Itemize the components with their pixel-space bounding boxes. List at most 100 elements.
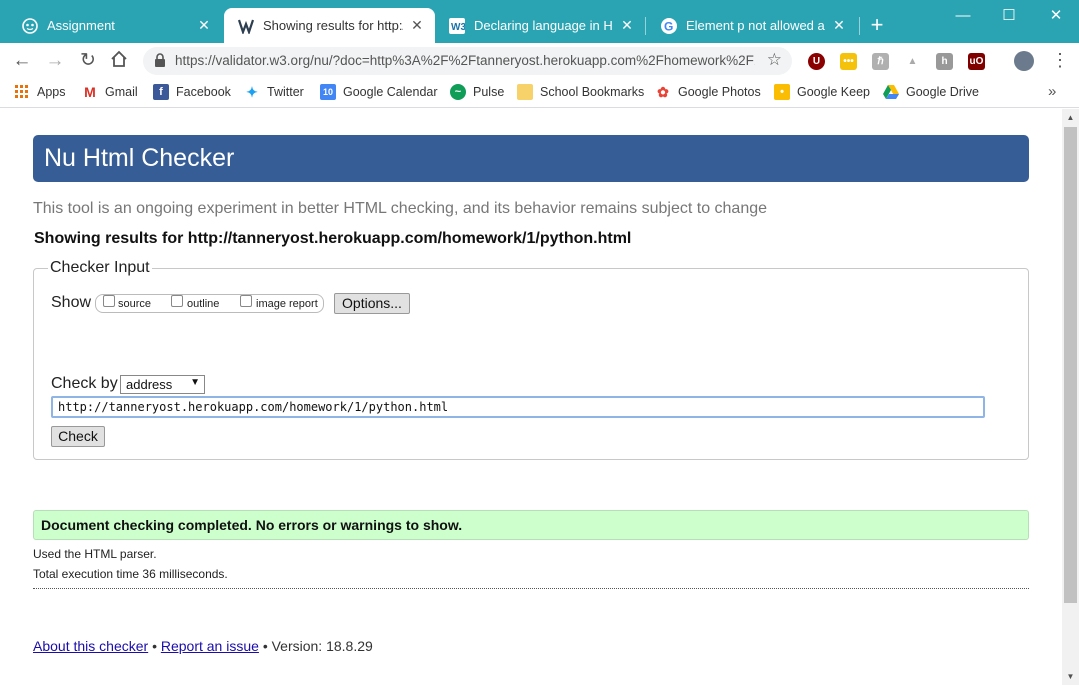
extension-h-icon[interactable]: ℏ xyxy=(872,53,889,70)
forward-icon[interactable]: → xyxy=(44,50,66,72)
bookmark-label: Apps xyxy=(37,85,66,99)
minimize-icon[interactable]: — xyxy=(940,4,986,28)
avatar[interactable] xyxy=(1014,51,1034,71)
tab-title: Showing results for http://tanneryost.he… xyxy=(263,18,403,33)
footer-separator: • xyxy=(152,638,157,654)
extension-dots-icon[interactable]: ••• xyxy=(840,53,857,70)
tagline: This tool is an ongoing experiment in be… xyxy=(33,200,768,217)
chevron-down-icon: ▼ xyxy=(190,377,200,388)
tab-title: Assignment xyxy=(47,18,115,33)
close-tab-icon[interactable]: ✕ xyxy=(619,17,635,34)
close-tab-icon[interactable]: ✕ xyxy=(196,17,212,34)
drive-icon xyxy=(883,84,899,100)
close-window-icon[interactable]: ✕ xyxy=(1033,4,1079,28)
execution-time: Total execution time 36 milliseconds. xyxy=(33,567,228,581)
pulse-icon: ~ xyxy=(450,84,466,100)
bookmark-gmail[interactable]: M Gmail xyxy=(82,84,138,100)
bookmark-twitter[interactable]: ✦ Twitter xyxy=(244,84,304,100)
bookmark-label: Google Calendar xyxy=(343,85,438,99)
bookmark-label: School Bookmarks xyxy=(540,85,645,99)
bookmark-facebook[interactable]: f Facebook xyxy=(153,84,231,100)
bookmark-apps[interactable]: Apps xyxy=(14,84,66,100)
gmail-icon: M xyxy=(84,84,96,100)
home-icon[interactable] xyxy=(108,50,130,72)
outline-checkbox[interactable] xyxy=(171,295,183,307)
source-checkbox[interactable] xyxy=(103,295,115,307)
address-bar[interactable]: https://validator.w3.org/nu/?doc=http%3A… xyxy=(143,47,792,75)
checker-input-legend: Checker Input xyxy=(50,259,150,276)
bookmark-label: Gmail xyxy=(105,85,138,99)
ublock-icon[interactable]: uO xyxy=(968,53,985,70)
checker-input-fieldset: Checker Input xyxy=(33,259,1029,460)
w3-icon: W3 xyxy=(449,17,465,34)
version-text: • Version: 18.8.29 xyxy=(262,638,373,654)
showing-results-heading: Showing results for http://tanneryost.he… xyxy=(34,230,632,247)
facebook-icon: f xyxy=(153,84,169,100)
close-tab-icon[interactable]: ✕ xyxy=(409,17,425,34)
apps-icon xyxy=(14,84,30,100)
document-address-input[interactable]: http://tanneryost.herokuapp.com/homework… xyxy=(51,396,985,418)
show-label: Show xyxy=(51,294,92,311)
scroll-up-icon[interactable]: ▲ xyxy=(1062,109,1079,126)
parser-note: Used the HTML parser. xyxy=(33,547,157,561)
outline-checkbox-label[interactable]: outline xyxy=(187,298,219,310)
bookmark-pulse[interactable]: ~ Pulse xyxy=(450,84,504,100)
close-tab-icon[interactable]: ✕ xyxy=(831,17,847,34)
image-report-checkbox[interactable] xyxy=(240,295,252,307)
bookmark-label: Google Drive xyxy=(906,85,979,99)
lock-icon xyxy=(154,53,166,67)
tab-title: Element p not allowed as child xyxy=(686,18,825,33)
page-title: Nu Html Checker xyxy=(33,135,1029,182)
page-scrollbar[interactable]: ▲ ▼ xyxy=(1062,109,1079,685)
check-button[interactable]: Check xyxy=(51,426,105,447)
bookmark-google-calendar[interactable]: 10 Google Calendar xyxy=(320,84,438,100)
google-icon: G xyxy=(661,17,677,34)
tab-declaring-language[interactable]: W3 Declaring language in HTML ✕ xyxy=(435,8,645,43)
image-report-checkbox-label[interactable]: image report xyxy=(256,298,318,310)
back-icon[interactable]: ← xyxy=(11,50,33,72)
report-issue-link[interactable]: Report an issue xyxy=(161,638,259,654)
bookmark-label: Twitter xyxy=(267,85,304,99)
tab-element-p[interactable]: G Element p not allowed as child ✕ xyxy=(647,8,857,43)
extension-u-icon[interactable]: U xyxy=(808,53,825,70)
bookmark-school-bookmarks[interactable]: School Bookmarks xyxy=(517,84,644,100)
reload-icon[interactable]: ↻ xyxy=(77,50,99,72)
extension-italic-icon[interactable]: h xyxy=(936,53,953,70)
calendar-icon: 10 xyxy=(320,84,336,100)
options-button[interactable]: Options... xyxy=(334,293,410,314)
bookmark-google-photos[interactable]: ✿ Google Photos xyxy=(655,84,761,100)
bookmark-label: Google Photos xyxy=(678,85,761,99)
bookmark-google-keep[interactable]: • Google Keep xyxy=(774,84,870,100)
source-checkbox-label[interactable]: source xyxy=(118,298,151,310)
browser-toolbar: ← → ↻ https://validator.w3.org/nu/?doc=h… xyxy=(0,43,1079,79)
bookmark-star-icon[interactable]: ☆ xyxy=(767,50,782,70)
maximize-icon[interactable]: ☐ xyxy=(986,4,1032,28)
new-tab-button[interactable]: + xyxy=(866,14,888,36)
result-success-message: Document checking completed. No errors o… xyxy=(33,510,1029,540)
url-text: https://validator.w3.org/nu/?doc=http%3A… xyxy=(175,53,755,68)
tab-assignment[interactable]: Assignment ✕ xyxy=(8,8,222,43)
tab-separator xyxy=(859,17,860,35)
tab-title: Declaring language in HTML xyxy=(474,18,613,33)
more-bookmarks-icon[interactable]: » xyxy=(1048,83,1056,100)
check-by-label: Check by xyxy=(51,375,118,392)
assignment-icon xyxy=(22,17,38,34)
menu-icon[interactable]: ⋮ xyxy=(1051,50,1069,71)
keep-icon: • xyxy=(774,84,790,100)
about-link[interactable]: About this checker xyxy=(33,638,148,654)
photos-icon: ✿ xyxy=(657,83,669,100)
bookmark-google-drive[interactable]: Google Drive xyxy=(883,84,979,100)
bookmark-label: Facebook xyxy=(176,85,231,99)
scroll-down-icon[interactable]: ▼ xyxy=(1062,668,1079,685)
scrollbar-thumb[interactable] xyxy=(1064,127,1077,603)
divider xyxy=(33,588,1029,589)
extension-drive-icon[interactable]: ▲ xyxy=(904,53,921,70)
svg-text:G: G xyxy=(664,19,673,33)
svg-text:W3: W3 xyxy=(451,22,465,33)
validator-icon xyxy=(238,17,254,34)
footer: About this checker • Report an issue • V… xyxy=(33,638,373,654)
bookmarks-bar: Apps M Gmail f Facebook ✦ Twitter 10 Goo… xyxy=(0,79,1079,108)
tab-validator[interactable]: Showing results for http://tanneryost.he… xyxy=(224,8,435,43)
bookmark-label: Pulse xyxy=(473,85,505,99)
check-by-select[interactable]: address ▼ xyxy=(120,375,205,394)
